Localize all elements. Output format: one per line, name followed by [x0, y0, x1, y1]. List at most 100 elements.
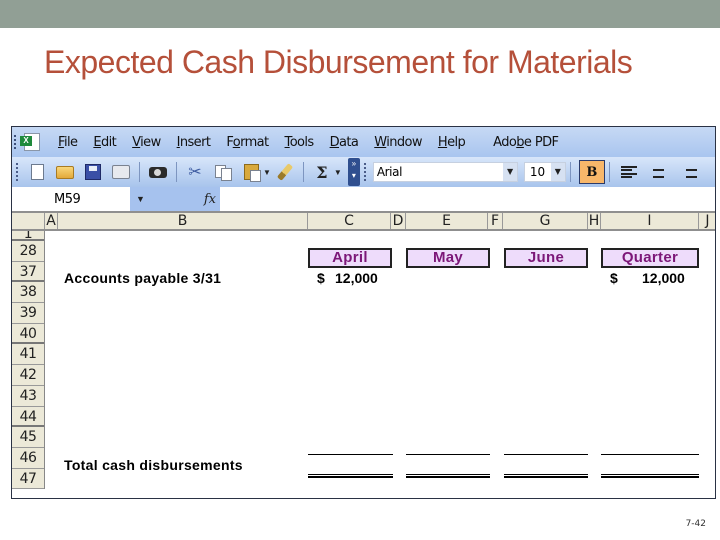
column-header-b[interactable]: B [58, 213, 308, 229]
quarter-currency: $ [610, 270, 618, 286]
copy-icon [215, 165, 232, 181]
menu-format[interactable]: Format [226, 135, 269, 150]
total-line-june [504, 474, 588, 478]
open-icon [56, 165, 74, 179]
name-box-dropdown[interactable]: ▼ fx [130, 187, 220, 211]
row-header-42[interactable]: 42 [12, 365, 44, 386]
subtotal-line-may [406, 454, 490, 455]
row-header-37[interactable]: 37 [12, 262, 44, 283]
column-header-g[interactable]: G [503, 213, 588, 229]
column-header-a[interactable]: A [45, 213, 58, 229]
menu-file[interactable]: File [58, 135, 78, 150]
header-quarter[interactable]: Quarter [601, 248, 699, 268]
column-header-f[interactable]: F [488, 213, 503, 229]
print-button[interactable] [110, 161, 132, 183]
insert-function-icon[interactable]: fx [204, 192, 216, 207]
toolbar-options-button[interactable]: » ▾ [347, 158, 360, 186]
row-header-46[interactable]: 46 [12, 448, 44, 469]
new-button[interactable] [26, 161, 48, 183]
row-header-44[interactable]: 44 [12, 407, 44, 428]
autosum-button[interactable]: Σ [311, 161, 333, 183]
font-name-select[interactable]: Arial ▼ [372, 162, 518, 182]
font-name-dropdown-arrow[interactable]: ▼ [502, 163, 517, 181]
total-line-april [308, 474, 393, 478]
row-header-40[interactable]: 40 [12, 324, 44, 345]
row-header-38[interactable]: 38 [12, 282, 44, 304]
april-accounts-payable-value[interactable]: 12,000 [335, 270, 378, 286]
row-header-1[interactable]: 1 [12, 231, 44, 241]
font-size-value: 10 [529, 165, 546, 179]
toolbar-separator [569, 162, 571, 182]
row-header-45[interactable]: 45 [12, 427, 44, 448]
toolbar-separator [176, 162, 177, 182]
accounts-payable-label[interactable]: Accounts payable 3/31 [64, 270, 221, 286]
select-all-corner[interactable] [12, 213, 45, 229]
row-header-47[interactable]: 47 [12, 469, 44, 490]
column-header-i[interactable]: I [601, 213, 699, 229]
new-icon [30, 164, 44, 180]
excel-app-icon[interactable]: X [14, 133, 44, 151]
name-box[interactable]: M59 [12, 187, 130, 211]
row-header-43[interactable]: 43 [12, 386, 44, 407]
menu-adobe-pdf[interactable]: Adobe PDF [493, 135, 559, 150]
paste-button[interactable] [240, 161, 262, 183]
align-left-icon[interactable] [620, 166, 637, 178]
cut-icon: ✂ [188, 164, 202, 181]
menu-tools[interactable]: Tools [285, 135, 315, 150]
open-button[interactable] [54, 161, 76, 183]
row-header-39[interactable]: 39 [12, 303, 44, 324]
menu-edit[interactable]: Edit [93, 135, 116, 150]
menu-window[interactable]: Window [374, 135, 422, 150]
copy-button[interactable] [212, 161, 234, 183]
excel-window: X File Edit View Insert Format Tools Data Windo… [11, 126, 716, 499]
slide-number: 7-42 [685, 519, 706, 529]
font-size-select[interactable]: 10 ▼ [523, 162, 566, 182]
print-icon [112, 165, 130, 179]
slide-title: Expected Cash Disbursement for Materials [44, 44, 633, 80]
save-button[interactable] [82, 161, 104, 183]
column-header-e[interactable]: E [406, 213, 488, 229]
row-headers: 1 28 37 38 39 40 41 42 43 44 45 46 47 [12, 231, 45, 490]
bold-button[interactable]: B [578, 160, 605, 184]
autosum-dropdown-arrow[interactable]: ▼ [334, 168, 342, 177]
total-line-may [406, 474, 490, 478]
header-june[interactable]: June [504, 248, 588, 268]
subtotal-line-april [308, 454, 393, 455]
font-size-dropdown-arrow[interactable]: ▼ [550, 163, 565, 181]
menu-help[interactable]: Help [438, 135, 466, 150]
column-header-c[interactable]: C [308, 213, 391, 229]
column-header-d[interactable]: D [391, 213, 406, 229]
april-currency: $ [317, 270, 325, 286]
chevron-down-icon: ▼ [136, 194, 145, 204]
subtotal-line-quarter [601, 454, 699, 455]
header-may[interactable]: May [406, 248, 490, 268]
total-line-quarter [601, 474, 699, 478]
research-button[interactable] [147, 161, 169, 183]
row-header-41[interactable]: 41 [12, 344, 44, 366]
formula-input[interactable] [220, 187, 715, 211]
quarter-accounts-payable-value[interactable]: 12,000 [642, 270, 685, 286]
slide-top-bar [0, 0, 720, 28]
font-name-value: Arial [376, 165, 403, 179]
align-right-icon[interactable] [681, 166, 697, 178]
format-painter-button[interactable] [274, 161, 296, 183]
column-header-h[interactable]: H [588, 213, 601, 229]
menu-insert[interactable]: Insert [177, 135, 211, 150]
paste-dropdown-arrow[interactable]: ▼ [263, 168, 271, 177]
format-painter-icon [276, 163, 294, 181]
name-box-value: M59 [54, 191, 81, 207]
toolbar-grip-handle[interactable] [16, 163, 18, 181]
align-center-icon[interactable] [651, 166, 667, 178]
toolbar-separator [608, 162, 610, 182]
menu-data[interactable]: Data [330, 135, 359, 150]
menu-view[interactable]: View [132, 135, 161, 150]
formatting-toolbar-grip[interactable] [363, 163, 366, 181]
row-header-28[interactable]: 28 [12, 241, 44, 262]
paste-icon [243, 164, 261, 182]
total-cash-disbursements-label[interactable]: Total cash disbursements [64, 457, 243, 473]
header-april[interactable]: April [308, 248, 392, 268]
toolbar-separator [302, 162, 304, 182]
menu-bar: X File Edit View Insert Format Tools Data Windo… [12, 127, 715, 157]
column-header-j[interactable]: J [699, 213, 715, 229]
cut-button[interactable]: ✂ [184, 161, 206, 183]
